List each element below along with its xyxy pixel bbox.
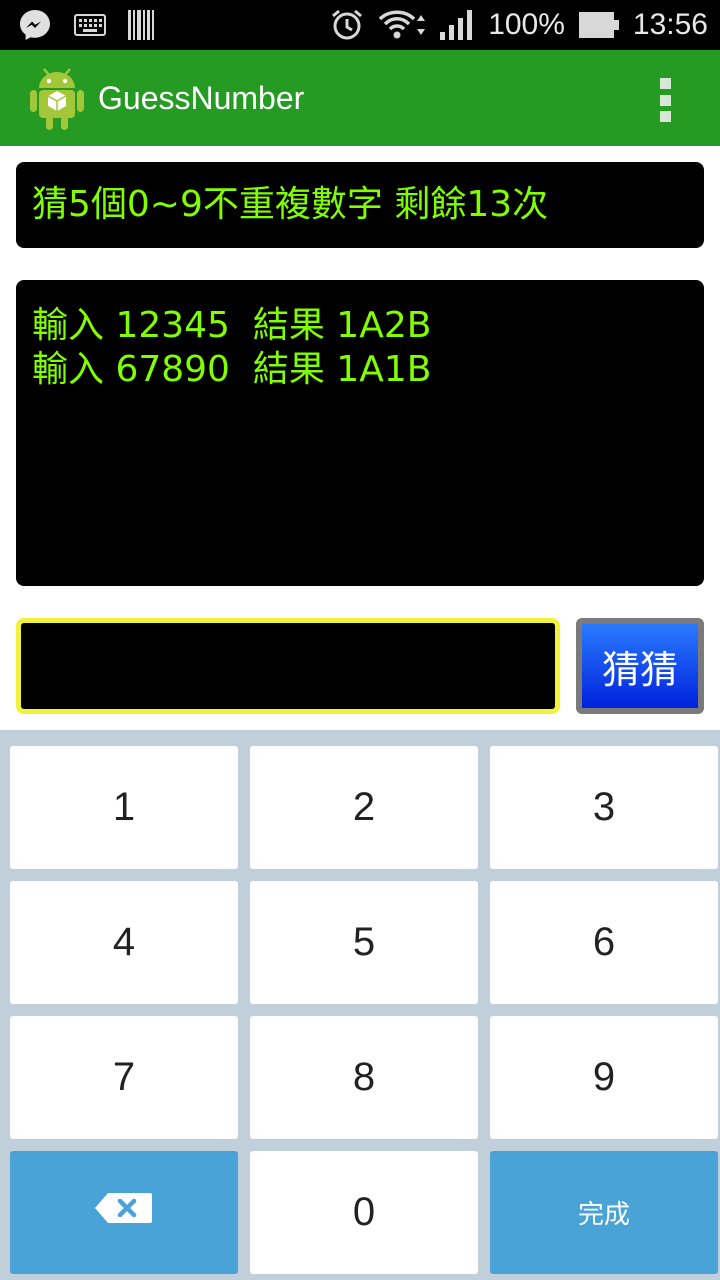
battery-percent: 100% (488, 8, 565, 41)
app-title: GuessNumber (98, 80, 305, 116)
keyboard-icon (74, 14, 106, 36)
signal-icon (440, 10, 474, 40)
backspace-icon (94, 1190, 154, 1235)
action-bar: GuessNumber (0, 50, 720, 146)
battery-icon (578, 12, 619, 38)
key-9[interactable]: 9 (490, 1016, 718, 1139)
android-app-icon (26, 64, 88, 132)
history-line: 輸入 67890 結果 1A1B (32, 349, 432, 390)
key-5[interactable]: 5 (250, 881, 478, 1004)
clock: 13:56 (632, 8, 708, 41)
key-2[interactable]: 2 (250, 746, 478, 869)
key-3[interactable]: 3 (490, 746, 718, 869)
wifi-icon (378, 9, 426, 41)
history-line: 輸入 12345 結果 1A2B (32, 305, 432, 346)
guess-input[interactable] (16, 618, 560, 714)
key-7[interactable]: 7 (10, 1016, 238, 1139)
key-8[interactable]: 8 (250, 1016, 478, 1139)
key-4[interactable]: 4 (10, 881, 238, 1004)
guess-history: 輸入 12345 結果 1A2B 輸入 67890 結果 1A1B (16, 280, 704, 586)
done-key[interactable]: 完成 (490, 1151, 718, 1274)
backspace-key[interactable] (10, 1151, 238, 1274)
status-bar-system: 100% 13:56 (330, 8, 708, 42)
key-1[interactable]: 1 (10, 746, 238, 869)
status-bar: 100% 13:56 (0, 0, 720, 50)
overflow-menu-icon[interactable] (650, 78, 680, 122)
alarm-icon (330, 8, 364, 42)
messenger-icon (18, 8, 52, 42)
status-bar-notifications (18, 8, 154, 42)
barcode-icon (128, 10, 154, 40)
key-6[interactable]: 6 (490, 881, 718, 1004)
key-0[interactable]: 0 (250, 1151, 478, 1274)
numeric-keyboard: 1 2 3 4 5 6 7 8 9 0 完成 (0, 730, 720, 1280)
game-status-text: 猜5個0~9不重複數字 剩餘13次 (16, 162, 704, 248)
guess-button[interactable]: 猜猜 (576, 618, 704, 714)
